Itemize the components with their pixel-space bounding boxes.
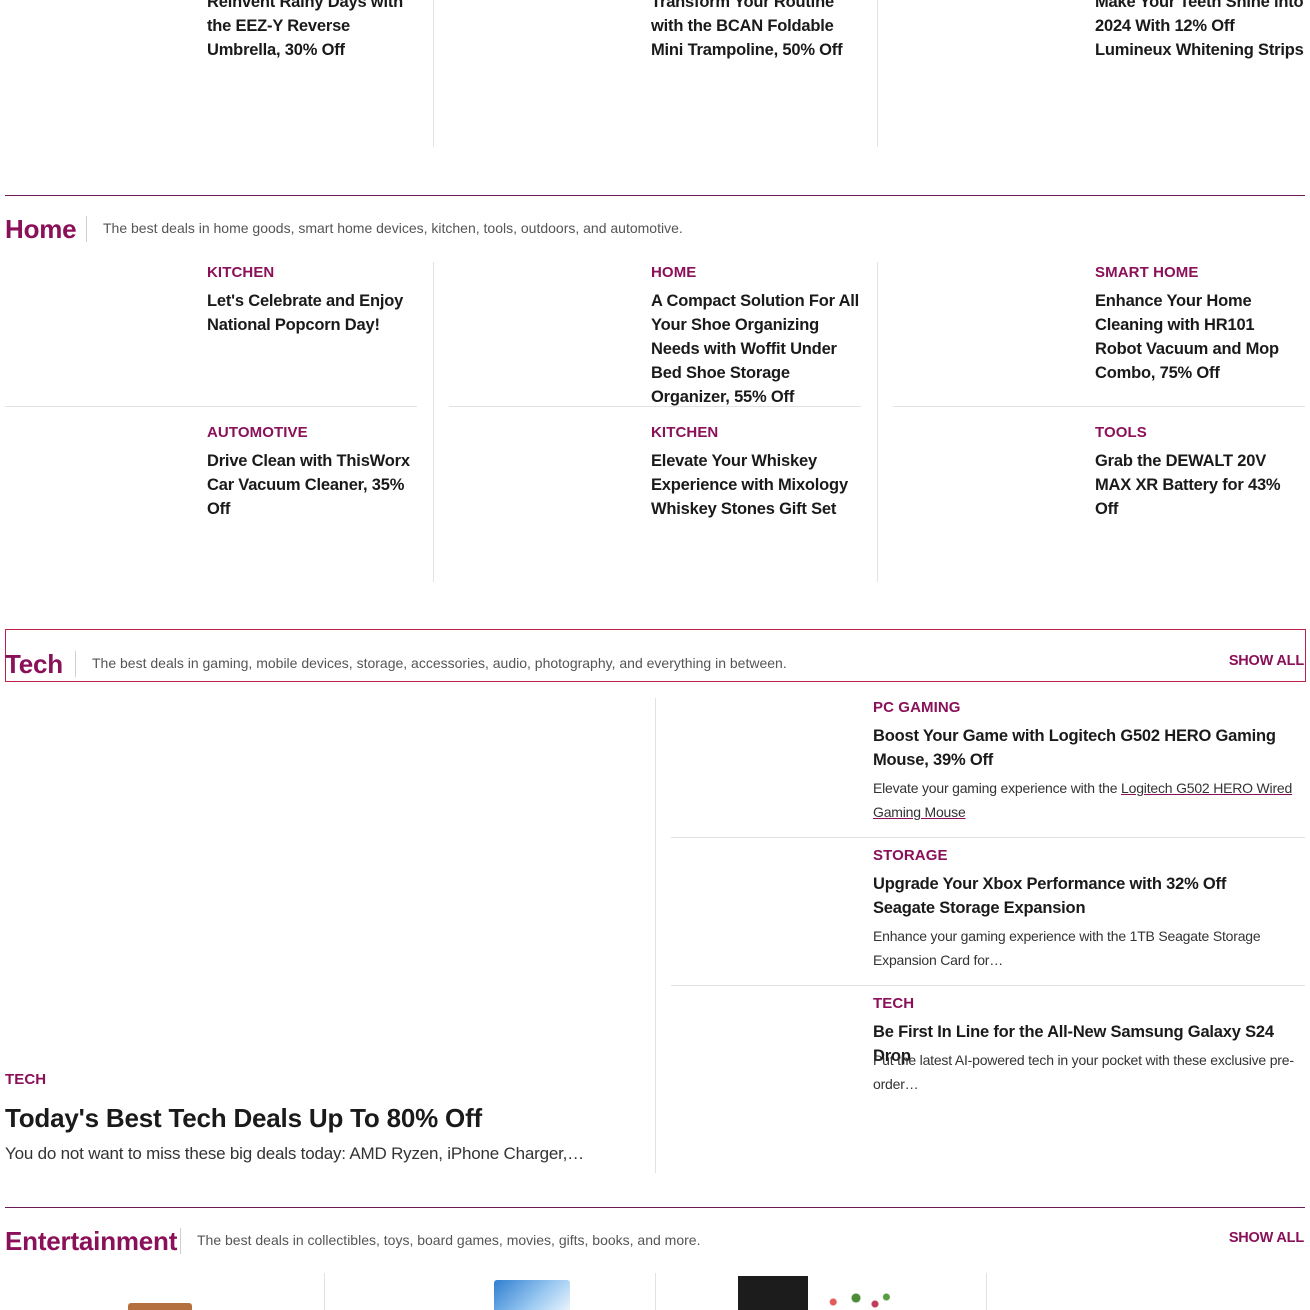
- deal-title-link[interactable]: Reinvent Rainy Days with the EEZ-Y Rever…: [207, 0, 422, 62]
- deal-thumbnail[interactable]: [671, 848, 856, 968]
- deal-category-link[interactable]: STORAGE: [873, 847, 948, 864]
- column-divider: [986, 1273, 987, 1310]
- deal-excerpt: Enhance your gaming experience with the …: [873, 928, 1261, 968]
- deal-title-link[interactable]: Let's Celebrate and Enjoy National Popco…: [207, 289, 417, 337]
- deal-category-link[interactable]: HOME: [651, 264, 696, 281]
- product-image-flower-set-plants[interactable]: [818, 1290, 894, 1310]
- tech-section-title[interactable]: Tech: [5, 649, 63, 679]
- home-section-description: The best deals in home goods, smart home…: [103, 220, 683, 236]
- column-divider: [433, 0, 434, 147]
- header-separator: [180, 1228, 181, 1254]
- deal-title-link[interactable]: Enhance Your Home Cleaning with HR101 Ro…: [1095, 289, 1300, 385]
- entertainment-section-description: The best deals in collectibles, toys, bo…: [197, 1232, 701, 1248]
- row-divider: [671, 837, 1305, 838]
- column-divider: [877, 0, 878, 147]
- product-image-wood-item[interactable]: [128, 1303, 192, 1310]
- home-section-title[interactable]: Home: [5, 214, 77, 244]
- deal-thumbnail[interactable]: [893, 425, 1078, 550]
- feature-category-link[interactable]: TECH: [5, 1071, 46, 1088]
- deal-title-link[interactable]: Boost Your Game with Logitech G502 HERO …: [873, 724, 1305, 772]
- deal-thumbnail[interactable]: [449, 265, 634, 390]
- deal-category-link[interactable]: AUTOMOTIVE: [207, 424, 308, 441]
- column-divider: [655, 1273, 656, 1310]
- deal-category-link[interactable]: PC GAMING: [873, 699, 961, 716]
- feature-title-link[interactable]: Today's Best Tech Deals Up To 80% Off: [5, 1101, 482, 1135]
- row-divider: [5, 406, 417, 407]
- deal-thumbnail[interactable]: [5, 0, 190, 120]
- deal-excerpt: Put the latest AI-powered tech in your p…: [873, 1052, 1294, 1092]
- deal-title-link[interactable]: Grab the DEWALT 20V MAX XR Battery for 4…: [1095, 449, 1300, 521]
- header-separator: [86, 216, 87, 242]
- deal-category-link[interactable]: TECH: [873, 995, 914, 1012]
- header-separator: [75, 651, 76, 677]
- deal-title-link[interactable]: Drive Clean with ThisWorx Car Vacuum Cle…: [207, 449, 422, 521]
- deal-category-link[interactable]: KITCHEN: [207, 264, 274, 281]
- deal-excerpt: Elevate your gaming experience with the …: [873, 776, 1305, 824]
- deal-thumbnail[interactable]: [449, 0, 634, 120]
- deal-category-link[interactable]: SMART HOME: [1095, 264, 1199, 281]
- column-divider: [877, 262, 878, 582]
- section-divider: [5, 195, 1305, 196]
- deal-title-link[interactable]: Make Your Teeth Shine into 2024 With 12%…: [1095, 0, 1307, 62]
- row-divider: [449, 406, 861, 407]
- deal-thumbnail[interactable]: [893, 265, 1078, 390]
- product-image-blue-box[interactable]: [494, 1280, 570, 1310]
- feature-image[interactable]: [5, 698, 640, 1058]
- deal-thumbnail[interactable]: [5, 265, 190, 390]
- deal-title-link[interactable]: Transform Your Routine with the BCAN Fol…: [651, 0, 866, 62]
- deal-thumbnail[interactable]: [671, 700, 856, 820]
- deal-thumbnail[interactable]: [671, 996, 856, 1116]
- column-divider: [655, 698, 656, 1173]
- deal-title-link[interactable]: Elevate Your Whiskey Experience with Mix…: [651, 449, 851, 521]
- product-image-flower-set-box[interactable]: [738, 1276, 808, 1310]
- tech-section-description: The best deals in gaming, mobile devices…: [92, 655, 787, 671]
- deal-title-link[interactable]: Upgrade Your Xbox Performance with 32% O…: [873, 872, 1283, 920]
- section-divider: [5, 1207, 1305, 1208]
- feature-excerpt: You do not want to miss these big deals …: [5, 1144, 584, 1163]
- entertainment-show-all-link[interactable]: SHOW ALL: [1229, 1230, 1304, 1246]
- deal-thumbnail[interactable]: [5, 425, 190, 550]
- column-divider: [433, 262, 434, 582]
- row-divider: [671, 985, 1305, 986]
- tech-show-all-link[interactable]: SHOW ALL: [1229, 653, 1304, 669]
- entertainment-section-title[interactable]: Entertainment: [5, 1226, 177, 1256]
- deal-excerpt-text: Elevate your gaming experience with the: [873, 780, 1122, 796]
- deal-category-link[interactable]: TOOLS: [1095, 424, 1147, 441]
- deal-thumbnail[interactable]: [893, 0, 1078, 120]
- column-divider: [324, 1273, 325, 1310]
- row-divider: [893, 406, 1305, 407]
- deal-thumbnail[interactable]: [449, 425, 634, 550]
- deal-category-link[interactable]: KITCHEN: [651, 424, 718, 441]
- deal-title-link[interactable]: A Compact Solution For All Your Shoe Org…: [651, 289, 863, 409]
